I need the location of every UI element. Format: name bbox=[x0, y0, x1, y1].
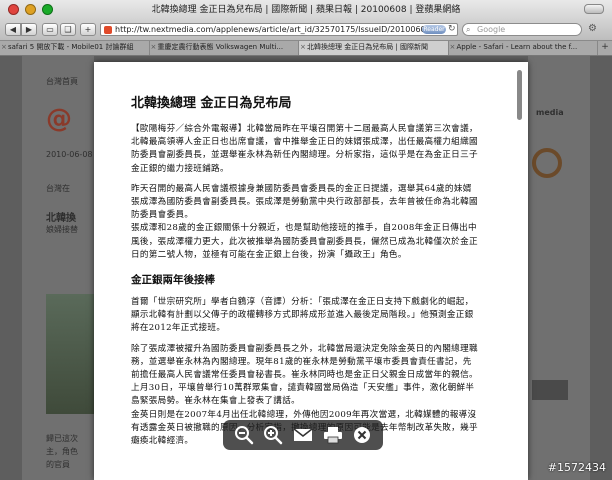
tab-bar: × safari 5 開放下載 - Mobile01 討論群組 × 重慶定農行動… bbox=[0, 41, 612, 56]
watermark: #1572434 bbox=[547, 461, 606, 474]
tab-1[interactable]: × 重慶定農行動表態 Volkswagen Multi... bbox=[150, 41, 299, 55]
chevron-left-icon: ◀ bbox=[9, 25, 17, 34]
close-window-button[interactable] bbox=[8, 4, 19, 15]
chevron-right-icon: ▶ bbox=[25, 25, 33, 34]
zoom-window-button[interactable] bbox=[42, 4, 53, 15]
article-paragraph: 昨天召開的最高人民會議根據身兼國防委員會委員長的金正日提議，選舉其64歲的妹婿張… bbox=[131, 183, 478, 221]
plus-icon: + bbox=[84, 25, 92, 34]
address-url: http://tw.nextmedia.com/applenews/articl… bbox=[115, 25, 431, 34]
safari-window: 北韓換總理 金正日為兒布局 | 國際新聞 | 蘋果日報 | 20100608 |… bbox=[0, 0, 612, 480]
minimize-window-button[interactable] bbox=[25, 4, 36, 15]
tab-label: safari 5 開放下載 - Mobile01 討論群組 bbox=[8, 43, 134, 51]
site-favicon-icon bbox=[104, 26, 112, 34]
article-paragraph: 張成澤和28歲的金正銀關係十分親近，也是幫助他接班的推手，自2008年金正日傳出… bbox=[131, 223, 478, 260]
mail-button[interactable] bbox=[291, 423, 315, 447]
toolbar-toggle-button[interactable] bbox=[584, 4, 604, 14]
apple-daily-logo: @ bbox=[46, 104, 72, 134]
printer-icon bbox=[323, 427, 342, 444]
article: 北韓換總理 金正日為兒布局 【歐陽梅芬／綜合外電報導】北韓當局昨在平壤召開第十二… bbox=[131, 92, 479, 455]
bg-snippet: 台灣在 bbox=[46, 184, 70, 193]
tab-close-icon[interactable]: × bbox=[300, 41, 306, 54]
article-headline: 北韓換總理 金正日為兒布局 bbox=[131, 96, 292, 111]
bg-snippet: 主，角色 bbox=[46, 447, 78, 456]
window-title: 北韓換總理 金正日為兒布局 | 國際新聞 | 蘋果日報 | 20100608 |… bbox=[151, 5, 461, 15]
bg-nav-text: 台灣首頁 bbox=[46, 77, 78, 86]
zoom-out-icon bbox=[234, 426, 254, 445]
bg-logo-graphic bbox=[532, 148, 562, 178]
add-bookmark-button[interactable]: + bbox=[80, 23, 96, 36]
reader-button[interactable]: Reader bbox=[422, 25, 446, 34]
search-icon: ⌕ bbox=[466, 25, 471, 34]
traffic-lights bbox=[8, 4, 53, 15]
bg-snippet: 北韓換 bbox=[46, 213, 76, 224]
window-chrome: 北韓換總理 金正日為兒布局 | 國際新聞 | 蘋果日報 | 20100608 |… bbox=[0, 0, 612, 41]
article-paragraph: 上月30日，平壤曾舉行10萬群眾集會，譴責韓國當局偽造「天安艦」事件，激化朝鮮半… bbox=[131, 383, 475, 407]
zoom-in-icon bbox=[264, 426, 283, 445]
close-icon bbox=[354, 427, 371, 443]
tab-close-icon[interactable]: × bbox=[450, 41, 456, 54]
forward-button[interactable]: ▶ bbox=[21, 23, 37, 36]
zoom-in-button[interactable] bbox=[261, 423, 285, 447]
article-paragraph: 【歐陽梅芬／綜合外電報導】北韓當局昨在平壤召開第十二屆最高人民會議第三次會議，北… bbox=[131, 124, 478, 174]
tab-label: 北韓換總理 金正日為兒布局 | 國際新聞 bbox=[307, 43, 429, 51]
bg-ad-box bbox=[532, 380, 568, 400]
reader-panel[interactable]: 北韓換總理 金正日為兒布局 【歐陽梅芬／綜合外電報導】北韓當局昨在平壤召開第十二… bbox=[94, 62, 528, 480]
article-paragraph: 首爾「世宗研究所」學者白鶴淳（音譯）分析：「張成澤在金正日支持下戲劇化的崛起，顯… bbox=[131, 297, 474, 334]
tab-2[interactable]: × 北韓換總理 金正日為兒布局 | 國際新聞 bbox=[299, 41, 449, 55]
scrollbar[interactable] bbox=[517, 70, 522, 120]
reader-hud bbox=[223, 420, 383, 450]
dimmed-right-column bbox=[528, 56, 590, 480]
tab-close-icon[interactable]: × bbox=[1, 41, 7, 54]
bg-snippet: 歸已這次 bbox=[46, 434, 78, 443]
gear-icon[interactable]: ⚙ bbox=[588, 23, 597, 34]
bg-snippet: media bbox=[536, 108, 564, 117]
refresh-icon[interactable]: ↻ bbox=[448, 24, 456, 34]
tab-label: Apple - Safari - Learn about the f... bbox=[456, 43, 578, 51]
zoom-out-button[interactable] bbox=[232, 423, 256, 447]
back-button[interactable]: ◀ bbox=[5, 23, 21, 36]
envelope-icon bbox=[293, 428, 313, 441]
close-reader-button[interactable] bbox=[350, 423, 374, 447]
window-icon: ▭ bbox=[46, 25, 54, 34]
article-paragraph: 除了張成澤被擢升為國防委員會副委員長之外，北韓當局還決定免除金英日的內閣總理職務… bbox=[131, 343, 478, 381]
article-subhead: 金正銀兩年後接棒 bbox=[131, 274, 215, 287]
book-icon: ❑ bbox=[64, 25, 72, 34]
show-all-tabs-button[interactable]: ▭ bbox=[42, 23, 58, 36]
new-tab-button[interactable]: + bbox=[598, 41, 612, 55]
tab-0[interactable]: × safari 5 開放下載 - Mobile01 討論群組 bbox=[0, 41, 150, 55]
tab-close-icon[interactable]: × bbox=[151, 41, 157, 54]
bg-photo bbox=[46, 294, 94, 414]
tab-label: 重慶定農行動表態 Volkswagen Multi... bbox=[157, 43, 284, 51]
bg-snippet: 的官員 bbox=[46, 460, 70, 469]
search-placeholder: Google bbox=[477, 25, 506, 34]
tab-3[interactable]: × Apple - Safari - Learn about the f... bbox=[449, 41, 598, 55]
bg-snippet: 娘婦接替 bbox=[46, 225, 78, 234]
bg-snippet: 2010-06-08 bbox=[46, 150, 93, 159]
print-button[interactable] bbox=[321, 423, 345, 447]
search-field[interactable]: ⌕ Google bbox=[462, 23, 582, 36]
address-bar[interactable]: http://tw.nextmedia.com/applenews/articl… bbox=[100, 23, 458, 36]
bookmarks-button[interactable]: ❑ bbox=[60, 23, 76, 36]
